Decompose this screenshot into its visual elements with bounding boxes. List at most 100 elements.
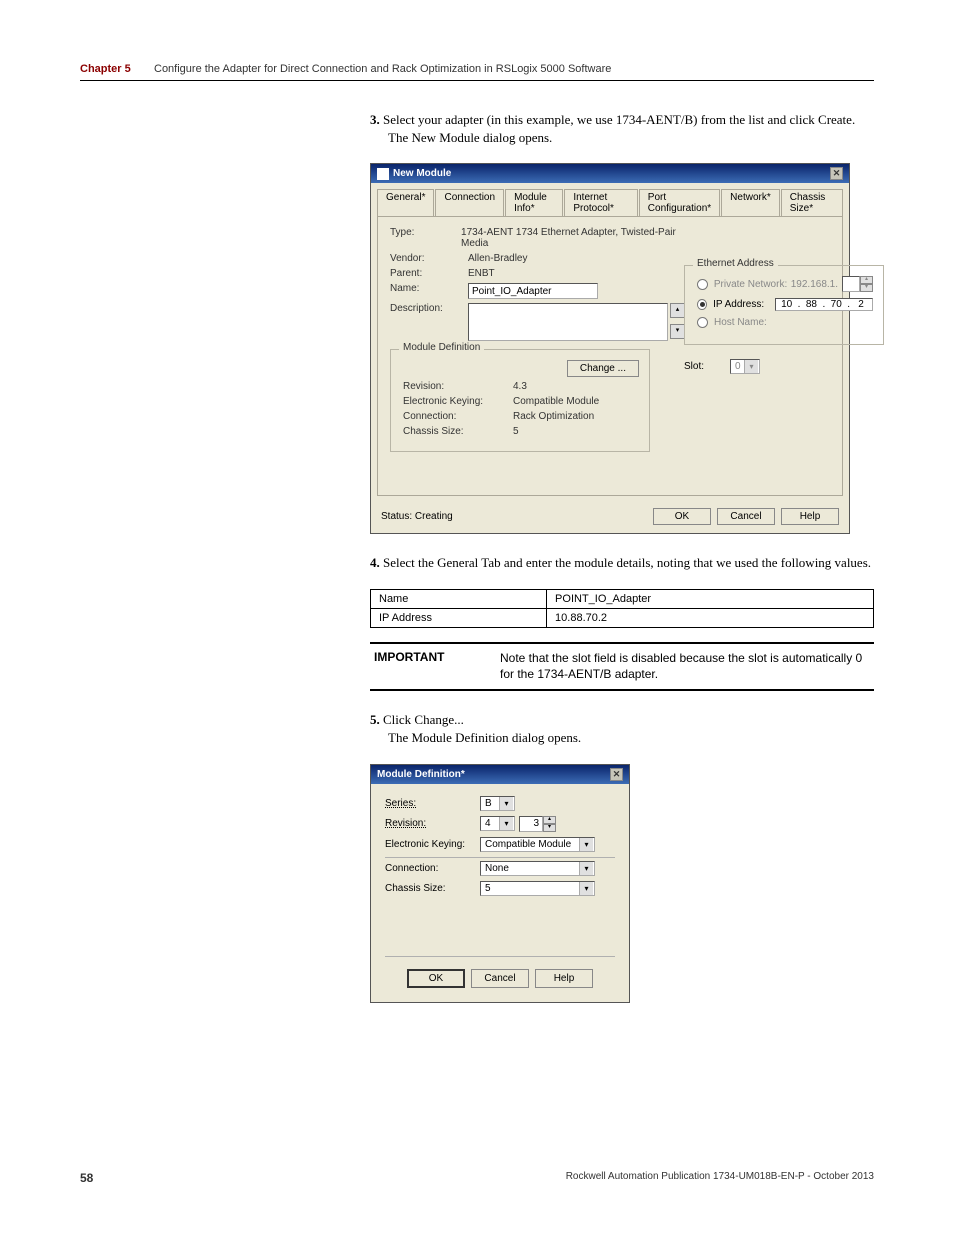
type-label: Type: — [390, 227, 461, 238]
chassis-size-label: Chassis Size: — [403, 426, 513, 437]
step-number: 5. — [370, 712, 380, 727]
title-bar: New Module ✕ — [371, 164, 849, 183]
ek-value: Compatible Module — [513, 396, 599, 407]
description-input[interactable] — [468, 303, 668, 341]
moddef-group-title: Module Definition — [399, 342, 484, 353]
type-value: 1734-AENT 1734 Ethernet Adapter, Twisted… — [461, 227, 684, 249]
help-button[interactable]: Help — [535, 969, 593, 988]
tab-network[interactable]: Network* — [721, 189, 780, 217]
tab-strip: General* Connection Module Info* Interne… — [371, 183, 849, 216]
close-icon[interactable]: ✕ — [830, 167, 843, 180]
title-bar: Module Definition* ✕ — [371, 765, 629, 784]
step-subtext: The New Module dialog opens. — [388, 129, 874, 147]
private-network-radio[interactable] — [697, 279, 708, 290]
dialog-icon: New Module — [377, 168, 451, 180]
status-bar: Status: Creating OK Cancel Help — [371, 502, 849, 533]
tab-connection[interactable]: Connection — [435, 189, 504, 217]
step-3: 3. Select your adapter (in this example,… — [370, 111, 874, 147]
new-module-dialog: New Module ✕ General* Connection Module … — [370, 163, 850, 534]
chapter-label: Chapter 5 — [80, 63, 131, 75]
tab-port-config[interactable]: Port Configuration* — [639, 189, 720, 217]
ok-button[interactable]: OK — [653, 508, 711, 525]
tab-internet-protocol[interactable]: Internet Protocol* — [564, 189, 637, 217]
ek-label: Electronic Keying: — [403, 396, 513, 407]
host-name-label: Host Name: — [714, 317, 767, 328]
connection-value: Rack Optimization — [513, 411, 594, 422]
step-subtext: The Module Definition dialog opens. — [388, 729, 874, 747]
module-definition-dialog: Module Definition* ✕ Series: B Revision:… — [370, 764, 630, 1003]
parent-label: Parent: — [390, 268, 468, 279]
page-footer: 58 Rockwell Automation Publication 1734-… — [80, 1171, 874, 1185]
table-row: Name POINT_IO_Adapter — [371, 589, 874, 608]
name-label: Name: — [390, 283, 468, 294]
eth-title: Ethernet Address — [693, 258, 778, 269]
spin-up-icon[interactable]: ▴ — [860, 276, 873, 284]
vendor-value: Allen-Bradley — [468, 253, 527, 264]
important-callout: IMPORTANT Note that the slot field is di… — [370, 642, 874, 692]
chassis-size-value: 5 — [513, 426, 519, 437]
change-button[interactable]: Change ... — [567, 360, 639, 377]
ek-dropdown[interactable]: Compatible Module — [480, 837, 595, 852]
tab-module-info[interactable]: Module Info* — [505, 189, 563, 217]
revision-label: Revision: — [403, 381, 513, 392]
chapter-title: Configure the Adapter for Direct Connect… — [154, 63, 611, 75]
ek-label: Electronic Keying: — [385, 839, 480, 850]
publication-info: Rockwell Automation Publication 1734-UM0… — [566, 1171, 874, 1185]
cell-name-value: POINT_IO_Adapter — [547, 589, 874, 608]
name-input[interactable] — [468, 283, 598, 299]
scroll-up-icon[interactable]: ▴ — [670, 303, 685, 318]
cell-ip-value: 10.88.70.2 — [547, 608, 874, 627]
module-definition-group: Module Definition Change ... Revision:4.… — [390, 349, 650, 452]
dialog-title: New Module — [393, 168, 451, 179]
private-network-label: Private Network: — [714, 279, 791, 290]
page-header: Chapter 5 Configure the Adapter for Dire… — [80, 60, 874, 81]
spin-down-icon[interactable]: ▾ — [543, 824, 556, 832]
chassis-size-label: Chassis Size: — [385, 883, 480, 894]
values-table: Name POINT_IO_Adapter IP Address 10.88.7… — [370, 589, 874, 628]
revision-minor-spinner[interactable] — [519, 816, 543, 832]
chassis-size-dropdown[interactable]: 5 — [480, 881, 595, 896]
private-network-prefix: 192.168.1. — [791, 279, 838, 290]
revision-major-dropdown[interactable]: 4 — [480, 816, 515, 831]
cancel-button[interactable]: Cancel — [471, 969, 529, 988]
important-text: Note that the slot field is disabled bec… — [500, 650, 874, 684]
help-button[interactable]: Help — [781, 508, 839, 525]
spin-down-icon[interactable]: ▾ — [860, 284, 873, 292]
ok-button[interactable]: OK — [407, 969, 465, 988]
ip-address-radio[interactable] — [697, 299, 707, 310]
step-text: Select your adapter (in this example, we… — [383, 112, 855, 127]
private-net-octet[interactable] — [842, 276, 860, 292]
step-4: 4. Select the General Tab and enter the … — [370, 554, 874, 572]
cell-name-label: Name — [371, 589, 547, 608]
tab-pane: Type:1734-AENT 1734 Ethernet Adapter, Tw… — [377, 216, 843, 496]
tab-general[interactable]: General* — [377, 189, 434, 217]
close-icon[interactable]: ✕ — [610, 768, 623, 781]
vendor-label: Vendor: — [390, 253, 468, 264]
important-label: IMPORTANT — [370, 650, 500, 684]
dialog-title: Module Definition* — [377, 769, 465, 780]
slot-dropdown: 0 — [730, 359, 760, 374]
spin-up-icon[interactable]: ▴ — [543, 816, 556, 824]
step-text: Click Change... — [383, 712, 464, 727]
page-number: 58 — [80, 1171, 93, 1185]
series-label: Series: — [385, 798, 480, 809]
ethernet-address-group: Ethernet Address Private Network: 192.16… — [684, 265, 884, 345]
step-number: 3. — [370, 112, 380, 127]
status-text: Status: Creating — [381, 511, 453, 522]
series-dropdown[interactable]: B — [480, 796, 515, 811]
table-row: IP Address 10.88.70.2 — [371, 608, 874, 627]
tab-chassis-size[interactable]: Chassis Size* — [781, 189, 843, 217]
revision-label: Revision: — [385, 818, 480, 829]
cell-ip-label: IP Address — [371, 608, 547, 627]
parent-value: ENBT — [468, 268, 495, 279]
cancel-button[interactable]: Cancel — [717, 508, 775, 525]
connection-label: Connection: — [403, 411, 513, 422]
connection-label: Connection: — [385, 863, 480, 874]
ip-address-label: IP Address: — [713, 299, 775, 310]
step-5: 5. Click Change... The Module Definition… — [370, 711, 874, 747]
ip-address-input[interactable]: 10.88.70.2 — [775, 298, 873, 311]
host-name-radio[interactable] — [697, 317, 708, 328]
desc-label: Description: — [390, 303, 468, 314]
scroll-down-icon[interactable]: ▾ — [670, 324, 685, 339]
connection-dropdown[interactable]: None — [480, 861, 595, 876]
